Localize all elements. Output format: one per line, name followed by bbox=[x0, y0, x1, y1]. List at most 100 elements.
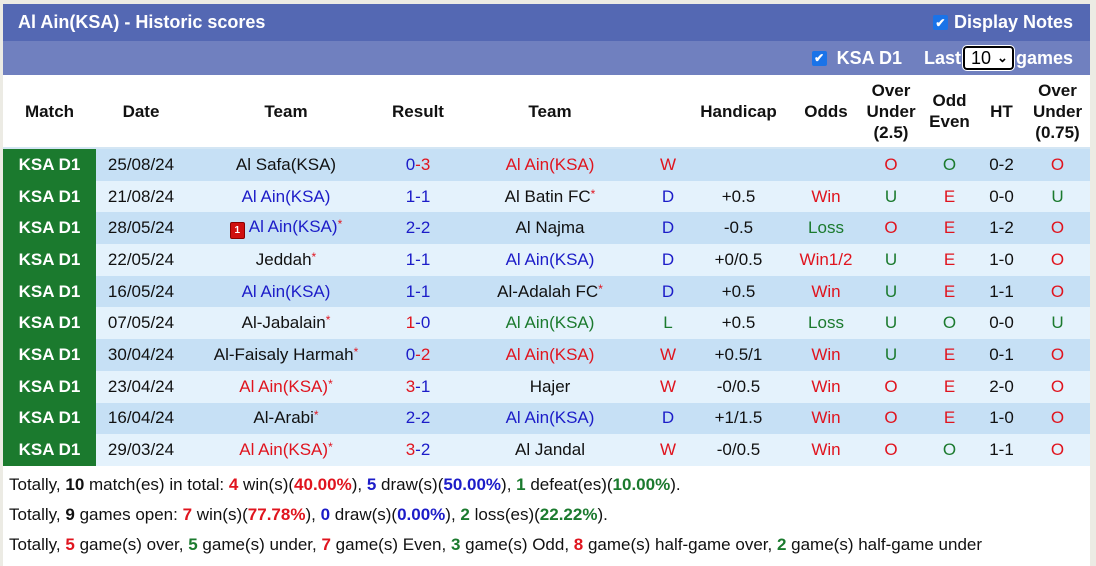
home-team-cell[interactable]: Al-Arabi* bbox=[186, 402, 386, 435]
home-team[interactable]: Al Ain(KSA) bbox=[239, 377, 328, 396]
away-team-cell[interactable]: Al Najma bbox=[450, 212, 650, 245]
result[interactable]: 0-3 bbox=[386, 148, 450, 181]
home-team-cell[interactable]: Jeddah* bbox=[186, 244, 386, 276]
match-league[interactable]: KSA D1 bbox=[3, 307, 96, 340]
asterisk-icon: * bbox=[311, 249, 317, 264]
result[interactable]: 2-2 bbox=[386, 402, 450, 435]
wdl-result: W bbox=[650, 339, 686, 371]
home-team[interactable]: Al-Jabalain bbox=[242, 313, 326, 332]
home-team[interactable]: Al-Faisaly Harmah bbox=[214, 345, 354, 364]
home-team[interactable]: Jeddah bbox=[256, 250, 312, 269]
home-team[interactable]: Al-Arabi bbox=[253, 408, 313, 427]
display-notes-checkbox[interactable]: ✔ bbox=[932, 15, 948, 30]
home-team-cell[interactable]: Al Ain(KSA) bbox=[186, 180, 386, 213]
home-team[interactable]: Al Ain(KSA) bbox=[249, 217, 338, 236]
match-league[interactable]: KSA D1 bbox=[3, 148, 96, 181]
away-team-cell[interactable]: Al Ain(KSA) bbox=[450, 339, 650, 371]
away-team[interactable]: Al Jandal bbox=[515, 440, 585, 459]
summary-line: Totally, 5 game(s) over, 5 game(s) under… bbox=[9, 530, 1090, 560]
handicap: +0.5 bbox=[686, 307, 791, 340]
summary-text: game(s) half-game over, bbox=[583, 534, 777, 554]
over-under-0-75: O bbox=[1025, 275, 1090, 308]
home-team-cell[interactable]: Al Safa(KSA) bbox=[186, 148, 386, 181]
result[interactable]: 1-1 bbox=[386, 244, 450, 276]
asterisk-icon: * bbox=[598, 281, 603, 296]
home-team-cell[interactable]: Al Ain(KSA) bbox=[186, 275, 386, 308]
match-league[interactable]: KSA D1 bbox=[3, 275, 96, 308]
summary-value: 4 bbox=[228, 474, 239, 494]
result[interactable]: 3-2 bbox=[386, 434, 450, 466]
result[interactable]: 1-1 bbox=[386, 180, 450, 213]
handicap: +0/0.5 bbox=[686, 244, 791, 276]
col-match: Match bbox=[3, 75, 96, 149]
result[interactable]: 3-1 bbox=[386, 370, 450, 403]
league-filter[interactable]: ✔ KSA D1 bbox=[811, 48, 902, 69]
match-league[interactable]: KSA D1 bbox=[3, 244, 96, 276]
result[interactable]: 1-0 bbox=[386, 307, 450, 340]
result[interactable]: 1-1 bbox=[386, 275, 450, 308]
league-checkbox[interactable]: ✔ bbox=[811, 50, 827, 66]
home-team-cell[interactable]: Al Ain(KSA)* bbox=[186, 370, 386, 403]
match-date: 23/04/24 bbox=[96, 370, 186, 403]
home-team[interactable]: Al Ain(KSA) bbox=[239, 440, 328, 459]
away-team-cell[interactable]: Al Ain(KSA) bbox=[450, 402, 650, 435]
home-team-cell[interactable]: Al Ain(KSA)* bbox=[186, 434, 386, 466]
match-league[interactable]: KSA D1 bbox=[3, 339, 96, 371]
over-under-0-75: U bbox=[1025, 307, 1090, 340]
away-team[interactable]: Al Ain(KSA) bbox=[506, 313, 595, 332]
handicap: +1/1.5 bbox=[686, 402, 791, 435]
home-team[interactable]: Al Ain(KSA) bbox=[242, 282, 331, 301]
away-team[interactable]: Al-Adalah FC bbox=[497, 282, 598, 301]
summary-line: Totally, 9 games open: 7 win(s)(77.78%),… bbox=[9, 500, 1090, 530]
over-under-2-5: U bbox=[861, 275, 921, 308]
handicap: +0.5 bbox=[686, 180, 791, 213]
match-league[interactable]: KSA D1 bbox=[3, 180, 96, 213]
away-team-cell[interactable]: Al Batin FC* bbox=[450, 180, 650, 213]
away-team[interactable]: Al Batin FC bbox=[505, 187, 591, 206]
half-time-score: 0-1 bbox=[978, 339, 1025, 371]
over-under-2-5: U bbox=[861, 339, 921, 371]
away-team-cell[interactable]: Al Ain(KSA) bbox=[450, 307, 650, 340]
summary-text: ), bbox=[445, 504, 461, 524]
away-team[interactable]: Al Ain(KSA) bbox=[506, 408, 595, 427]
home-team[interactable]: Al Safa(KSA) bbox=[236, 155, 336, 174]
result[interactable]: 2-2 bbox=[386, 212, 450, 245]
summary-text: loss(es)( bbox=[469, 504, 540, 524]
summary-value: 10.00% bbox=[612, 474, 671, 494]
odd-even: O bbox=[921, 148, 978, 181]
last-label: Last bbox=[924, 47, 962, 68]
away-team[interactable]: Al Ain(KSA) bbox=[506, 155, 595, 174]
away-team[interactable]: Hajer bbox=[530, 377, 571, 396]
over-under-2-5: U bbox=[861, 307, 921, 340]
display-notes-toggle[interactable]: ✔ Display Notes bbox=[932, 12, 1073, 33]
home-team-cell[interactable]: 1 Al Ain(KSA)* bbox=[186, 212, 386, 245]
away-team[interactable]: Al Ain(KSA) bbox=[506, 345, 595, 364]
summary-text: draw(s)( bbox=[330, 504, 398, 524]
summary-text: win(s)( bbox=[238, 474, 295, 494]
match-league[interactable]: KSA D1 bbox=[3, 434, 96, 466]
match-league[interactable]: KSA D1 bbox=[3, 212, 96, 245]
odds-result: Win bbox=[791, 434, 861, 466]
asterisk-icon: * bbox=[590, 186, 596, 201]
home-team[interactable]: Al Ain(KSA) bbox=[242, 187, 331, 206]
summary-value: 9 bbox=[65, 504, 75, 524]
result[interactable]: 0-2 bbox=[386, 339, 450, 371]
away-team-cell[interactable]: Al Ain(KSA) bbox=[450, 244, 650, 276]
odds-result: Win1/2 bbox=[791, 244, 861, 276]
away-team-cell[interactable]: Al Jandal bbox=[450, 434, 650, 466]
home-team-cell[interactable]: Al-Jabalain* bbox=[186, 307, 386, 340]
home-team-cell[interactable]: Al-Faisaly Harmah* bbox=[186, 339, 386, 371]
away-team-cell[interactable]: Al Ain(KSA) bbox=[450, 148, 650, 181]
away-team[interactable]: Al Najma bbox=[516, 218, 585, 237]
over-under-2-5: O bbox=[861, 212, 921, 245]
games-count-select[interactable]: 10 ⌄ bbox=[962, 45, 1015, 71]
match-league[interactable]: KSA D1 bbox=[3, 370, 96, 403]
away-team-cell[interactable]: Hajer bbox=[450, 370, 650, 403]
away-team[interactable]: Al Ain(KSA) bbox=[506, 250, 595, 269]
summary-value: 8 bbox=[573, 534, 584, 554]
away-team-cell[interactable]: Al-Adalah FC* bbox=[450, 275, 650, 308]
match-league[interactable]: KSA D1 bbox=[3, 402, 96, 435]
summary-value: 7 bbox=[182, 504, 193, 524]
table-row: KSA D1 07/05/24 Al-Jabalain* 1-0 Al Ain(KSA)… bbox=[3, 307, 1090, 340]
table-row: KSA D1 16/04/24 Al-Arabi* 2-2 Al Ain(KSA) D +1… bbox=[3, 402, 1090, 435]
